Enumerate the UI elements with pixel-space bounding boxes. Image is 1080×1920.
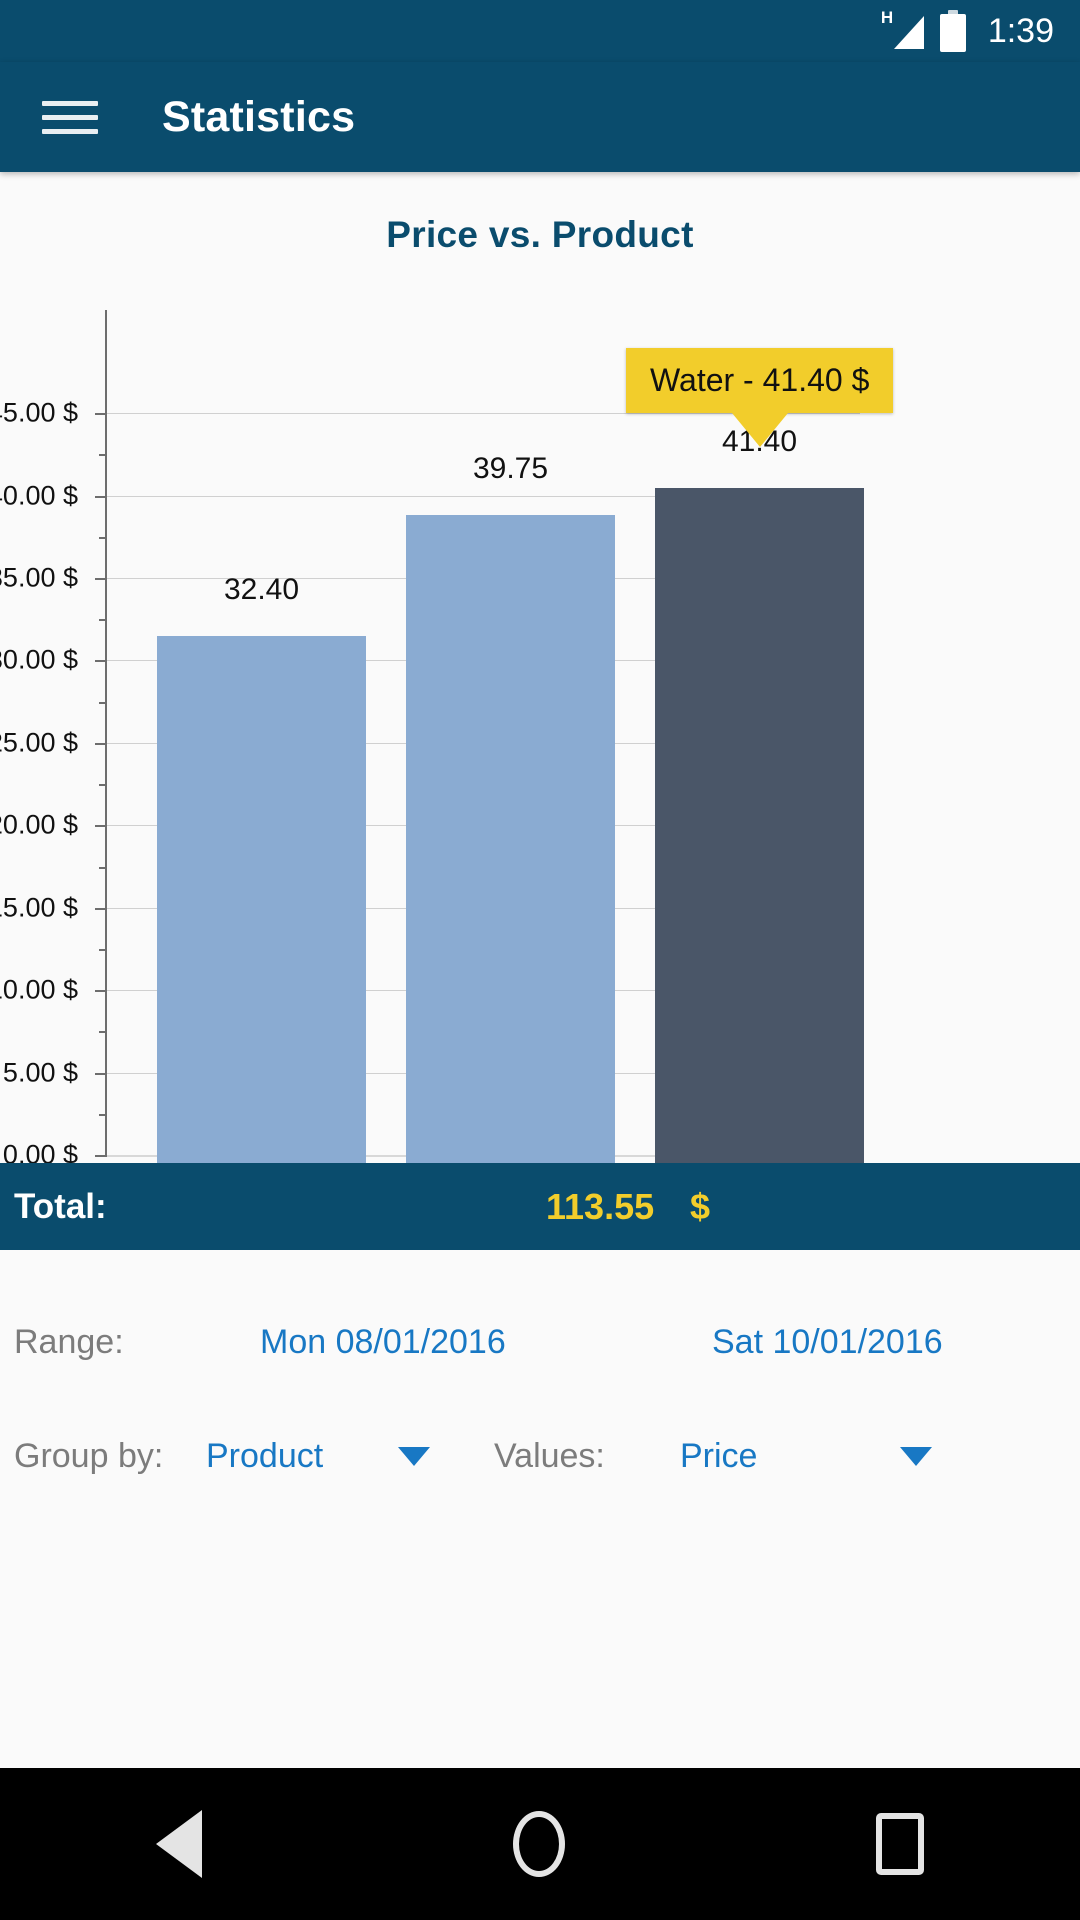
status-bar: H 1:39 [0,0,1080,62]
hamburger-menu-icon[interactable] [42,92,98,143]
y-axis-tick-label: 30.00 $ [0,644,78,675]
android-nav-bar [0,1768,1080,1920]
values-value[interactable]: Price [680,1437,790,1476]
hamburger-line [42,100,98,106]
total-value: 113.55 [546,1185,655,1227]
bar-chart-plot[interactable]: 45.00 $ 40.00 $ 35.00 $ 30.00 $ 25.00 $ 20.00… [0,310,1080,1199]
chart-card: Price vs. Product 45.00 $ 40.00 $ 35.00 $ 3… [0,172,1080,1199]
recents-square-icon[interactable] [876,1813,925,1875]
back-triangle-icon[interactable] [155,1810,202,1878]
y-axis-line [105,310,107,1155]
group-values-row: Group by: Product Values: Price [0,1410,1080,1502]
status-bar-clock: 1:39 [987,11,1054,50]
y-axis-tick [95,578,107,581]
group-by-value[interactable]: Product [206,1437,354,1476]
tooltip-arrow [731,412,788,447]
y-axis-minor-tick [99,866,107,869]
bar-tooltip-label: Water - 41.40 $ [626,347,894,413]
y-axis-tick-label: 35.00 $ [0,562,78,593]
battery-body [939,14,966,52]
y-axis-minor-tick [99,454,107,457]
hamburger-line [42,114,98,120]
values-chevron-down-icon[interactable] [900,1446,932,1466]
y-axis-tick-label: 25.00 $ [0,727,78,758]
y-axis-minor-tick [99,536,107,539]
bar-juice[interactable] [406,514,615,1170]
range-end-date[interactable]: Sat 10/01/2016 [712,1323,943,1362]
y-axis-minor-tick [99,948,107,951]
y-axis-tick [95,495,107,498]
y-axis-tick [95,1072,107,1075]
group-by-chevron-down-icon[interactable] [398,1446,430,1466]
status-bar-icons: H 1:39 [880,8,1054,52]
y-axis-tick [95,825,107,828]
bar-water[interactable] [655,487,864,1170]
home-circle-icon[interactable] [512,1811,565,1877]
bar-value-label: 32.40 [223,572,300,606]
page-title: Statistics [162,92,356,141]
total-bar: Total: 113.55 $ [0,1163,1080,1250]
y-axis-tick [95,742,107,745]
bar-value-label: 39.75 [472,451,549,485]
y-axis-tick [95,907,107,910]
range-row: Range: Mon 08/01/2016 Sat 10/01/2016 [0,1296,1080,1388]
bar-bier[interactable] [157,635,366,1170]
hamburger-line [42,128,98,134]
controls-panel: Range: Mon 08/01/2016 Sat 10/01/2016 Gro… [0,1250,1080,1760]
y-axis-tick-label: 40.00 $ [0,480,78,511]
y-axis-tick [95,1155,107,1157]
y-axis-tick-label: 20.00 $ [0,809,78,840]
total-currency: $ [690,1185,711,1227]
y-axis-minor-tick [99,619,107,622]
group-by-label: Group by: [14,1436,164,1475]
y-axis-minor-tick [99,784,107,787]
y-axis-tick-label: 5.00 $ [2,1057,78,1088]
total-label: Total: [14,1186,107,1226]
range-start-date[interactable]: Mon 08/01/2016 [260,1323,570,1362]
y-axis-minor-tick [99,1031,107,1034]
signal-triangle-icon: H [880,8,924,51]
app-bar: Statistics [0,62,1080,172]
range-label: Range: [14,1322,124,1361]
y-axis-tick [95,990,107,993]
values-label: Values: [494,1436,605,1475]
y-axis-tick [95,413,107,416]
network-type-label: H [880,8,894,27]
y-axis-tick-label: 45.00 $ [0,397,78,428]
y-axis-tick-label: 15.00 $ [0,892,78,923]
app-screen: H 1:39 Statistics Price vs. Product 45.0… [0,0,1080,1920]
chart-title: Price vs. Product [386,214,694,255]
y-axis-tick-label: 10.00 $ [0,974,78,1005]
signal-bars-shape [893,16,924,49]
y-axis-minor-tick [99,701,107,704]
battery-full-icon [939,10,966,52]
y-axis-tick [95,660,107,663]
y-axis-minor-tick [99,1113,107,1116]
